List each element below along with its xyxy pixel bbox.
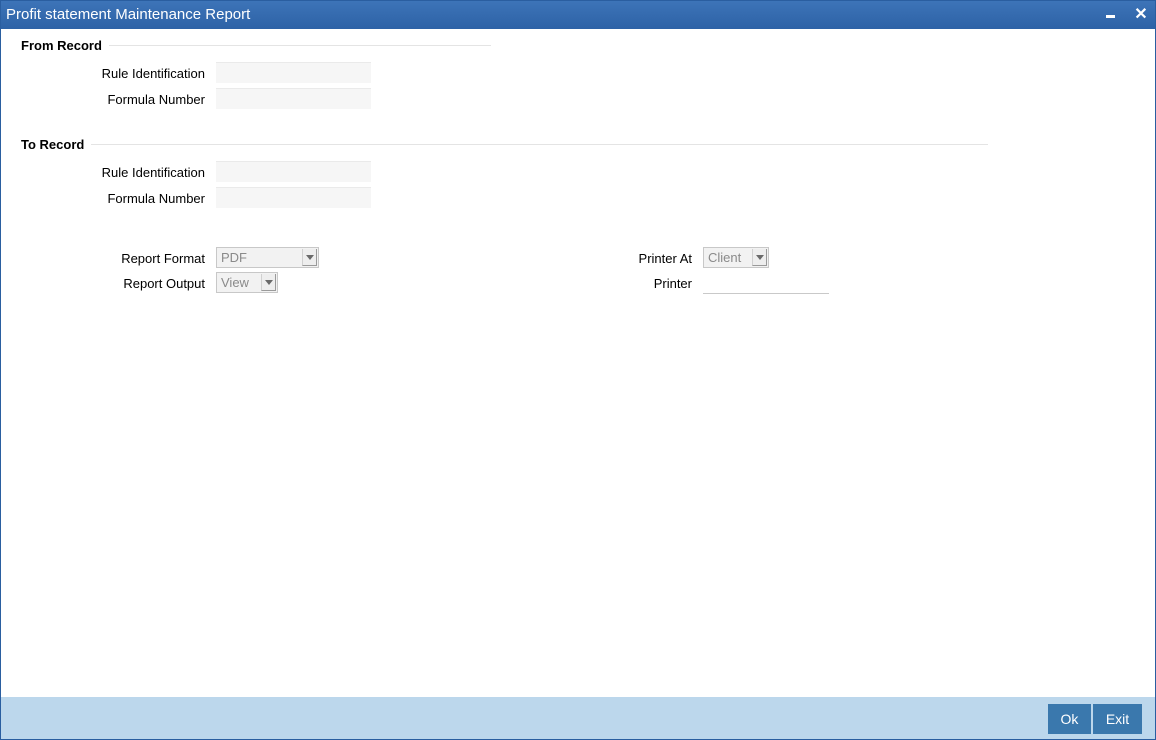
chevron-down-icon[interactable] — [752, 249, 767, 266]
exit-button[interactable]: Exit — [1093, 704, 1142, 734]
from-formula-number-input[interactable] — [216, 88, 371, 109]
to-formula-number-input[interactable] — [216, 187, 371, 208]
report-format-select[interactable]: PDF — [216, 247, 319, 268]
to-record-heading: To Record — [21, 137, 85, 152]
minimize-icon[interactable] — [1101, 5, 1121, 25]
from-record-heading: From Record — [21, 38, 102, 53]
report-format-label: Report Format — [121, 251, 205, 266]
ok-button[interactable]: Ok — [1048, 704, 1091, 734]
window-title: Profit statement Maintenance Report — [6, 6, 251, 23]
printer-label: Printer — [653, 276, 692, 291]
report-output-value: View — [221, 275, 249, 290]
chevron-down-icon[interactable] — [302, 249, 317, 266]
to-rule-identification-input[interactable] — [216, 161, 371, 182]
to-rule-identification-label: Rule Identification — [101, 165, 205, 180]
printer-at-select[interactable]: Client — [703, 247, 769, 268]
printer-input[interactable] — [703, 274, 829, 294]
to-formula-number-label: Formula Number — [107, 191, 205, 206]
report-output-select[interactable]: View — [216, 272, 278, 293]
footer-bar: Ok Exit — [1, 697, 1155, 739]
from-rule-identification-label: Rule Identification — [101, 66, 205, 81]
chevron-down-icon[interactable] — [261, 274, 276, 291]
report-format-value: PDF — [221, 250, 247, 265]
to-record-divider — [91, 144, 988, 145]
close-icon[interactable]: ✕ — [1131, 5, 1151, 25]
report-window: Profit statement Maintenance Report ✕ Fr… — [0, 0, 1156, 740]
printer-at-label: Printer At — [638, 251, 692, 266]
from-formula-number-label: Formula Number — [107, 92, 205, 107]
title-bar: Profit statement Maintenance Report ✕ — [1, 1, 1155, 29]
from-record-divider — [109, 45, 491, 46]
printer-at-value: Client — [708, 250, 742, 265]
report-output-label: Report Output — [123, 276, 205, 291]
from-rule-identification-input[interactable] — [216, 62, 371, 83]
